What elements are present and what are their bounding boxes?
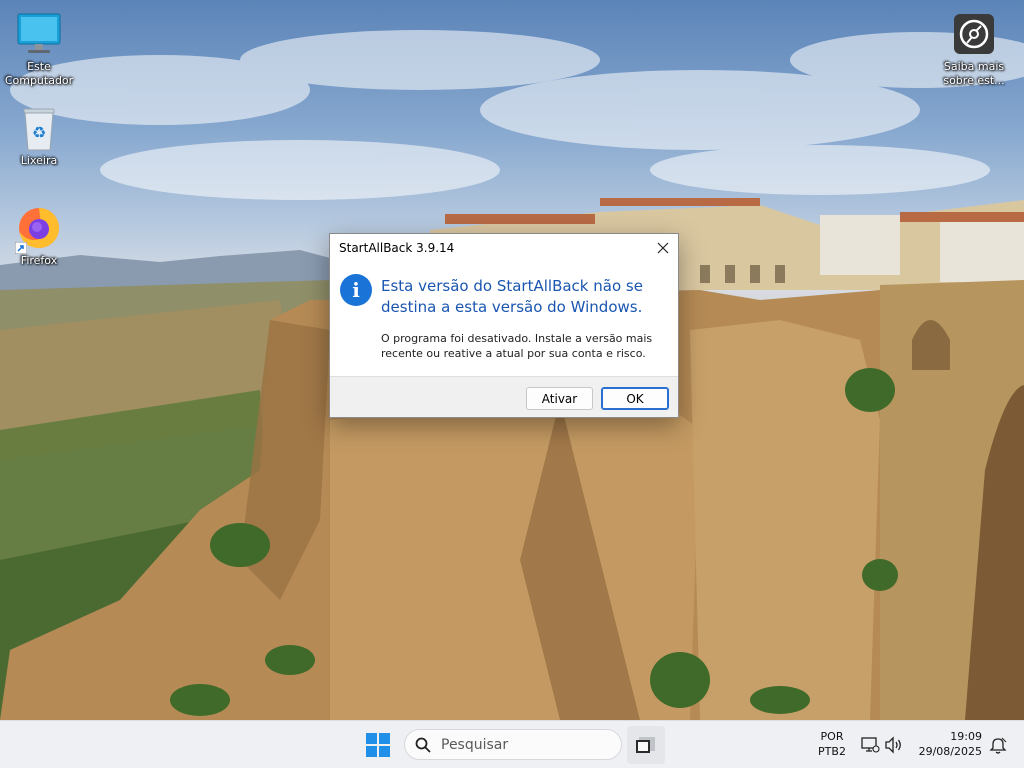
ok-button[interactable]: OK <box>601 387 669 410</box>
dialog-body: i Esta versão do StartAllBack não se des… <box>330 262 678 376</box>
desktop-icon-learn-more[interactable]: Saiba mais sobre est... <box>936 10 1012 88</box>
search-placeholder: Pesquisar <box>441 736 509 753</box>
task-view-icon <box>636 737 655 753</box>
taskbar-clock[interactable]: 19:09 29/08/2025 <box>912 729 982 759</box>
dialog-main-instruction: Esta versão do StartAllBack não se desti… <box>381 277 643 316</box>
input-language-indicator[interactable]: POR PTB2 <box>806 729 858 759</box>
start-button[interactable] <box>366 733 390 757</box>
keyboard-layout: PTB2 <box>818 745 846 758</box>
taskbar-app-button[interactable] <box>627 726 665 764</box>
desktop-icon-label: Lixeira <box>20 154 58 167</box>
windows-logo-icon <box>366 733 390 757</box>
monitor-icon <box>15 10 63 58</box>
desktop-icon-firefox[interactable]: Firefox <box>1 204 77 268</box>
desktop-icon-label: Firefox <box>20 254 58 267</box>
firefox-icon <box>15 204 63 254</box>
search-icon <box>415 737 431 753</box>
taskbar-search-box[interactable]: Pesquisar <box>404 729 622 760</box>
learn-more-icon <box>950 10 998 58</box>
startallback-dialog: StartAllBack 3.9.14 i Esta versão do Sta… <box>329 233 679 418</box>
volume-icon[interactable] <box>884 735 904 755</box>
desktop-icon-recycle-bin[interactable]: ♻ Lixeira <box>1 104 77 168</box>
clock-date: 29/08/2025 <box>918 745 982 758</box>
activate-button[interactable]: Ativar <box>526 387 593 410</box>
clock-time: 19:09 <box>950 730 982 743</box>
taskbar: Pesquisar POR PTB2 19:09 29/08/2025 <box>0 720 1024 768</box>
notification-bell-icon[interactable] <box>988 735 1008 755</box>
desktop-icon-label: Este Computador <box>4 60 74 87</box>
recycle-bin-icon: ♻ <box>15 104 63 152</box>
language-code: POR <box>820 730 844 743</box>
svg-text:♻: ♻ <box>32 123 46 142</box>
dialog-title: StartAllBack 3.9.14 <box>339 241 455 255</box>
close-button[interactable] <box>648 234 678 262</box>
close-icon <box>657 242 669 254</box>
dialog-content-text: O programa foi desativado. Instale a ver… <box>381 332 653 360</box>
desktop-icon-this-pc[interactable]: Este Computador <box>1 10 77 88</box>
desktop-icon-label: Saiba mais sobre est... <box>943 60 1005 87</box>
info-icon: i <box>340 274 372 306</box>
network-icon[interactable] <box>860 735 880 755</box>
dialog-footer: Ativar OK <box>330 376 678 417</box>
